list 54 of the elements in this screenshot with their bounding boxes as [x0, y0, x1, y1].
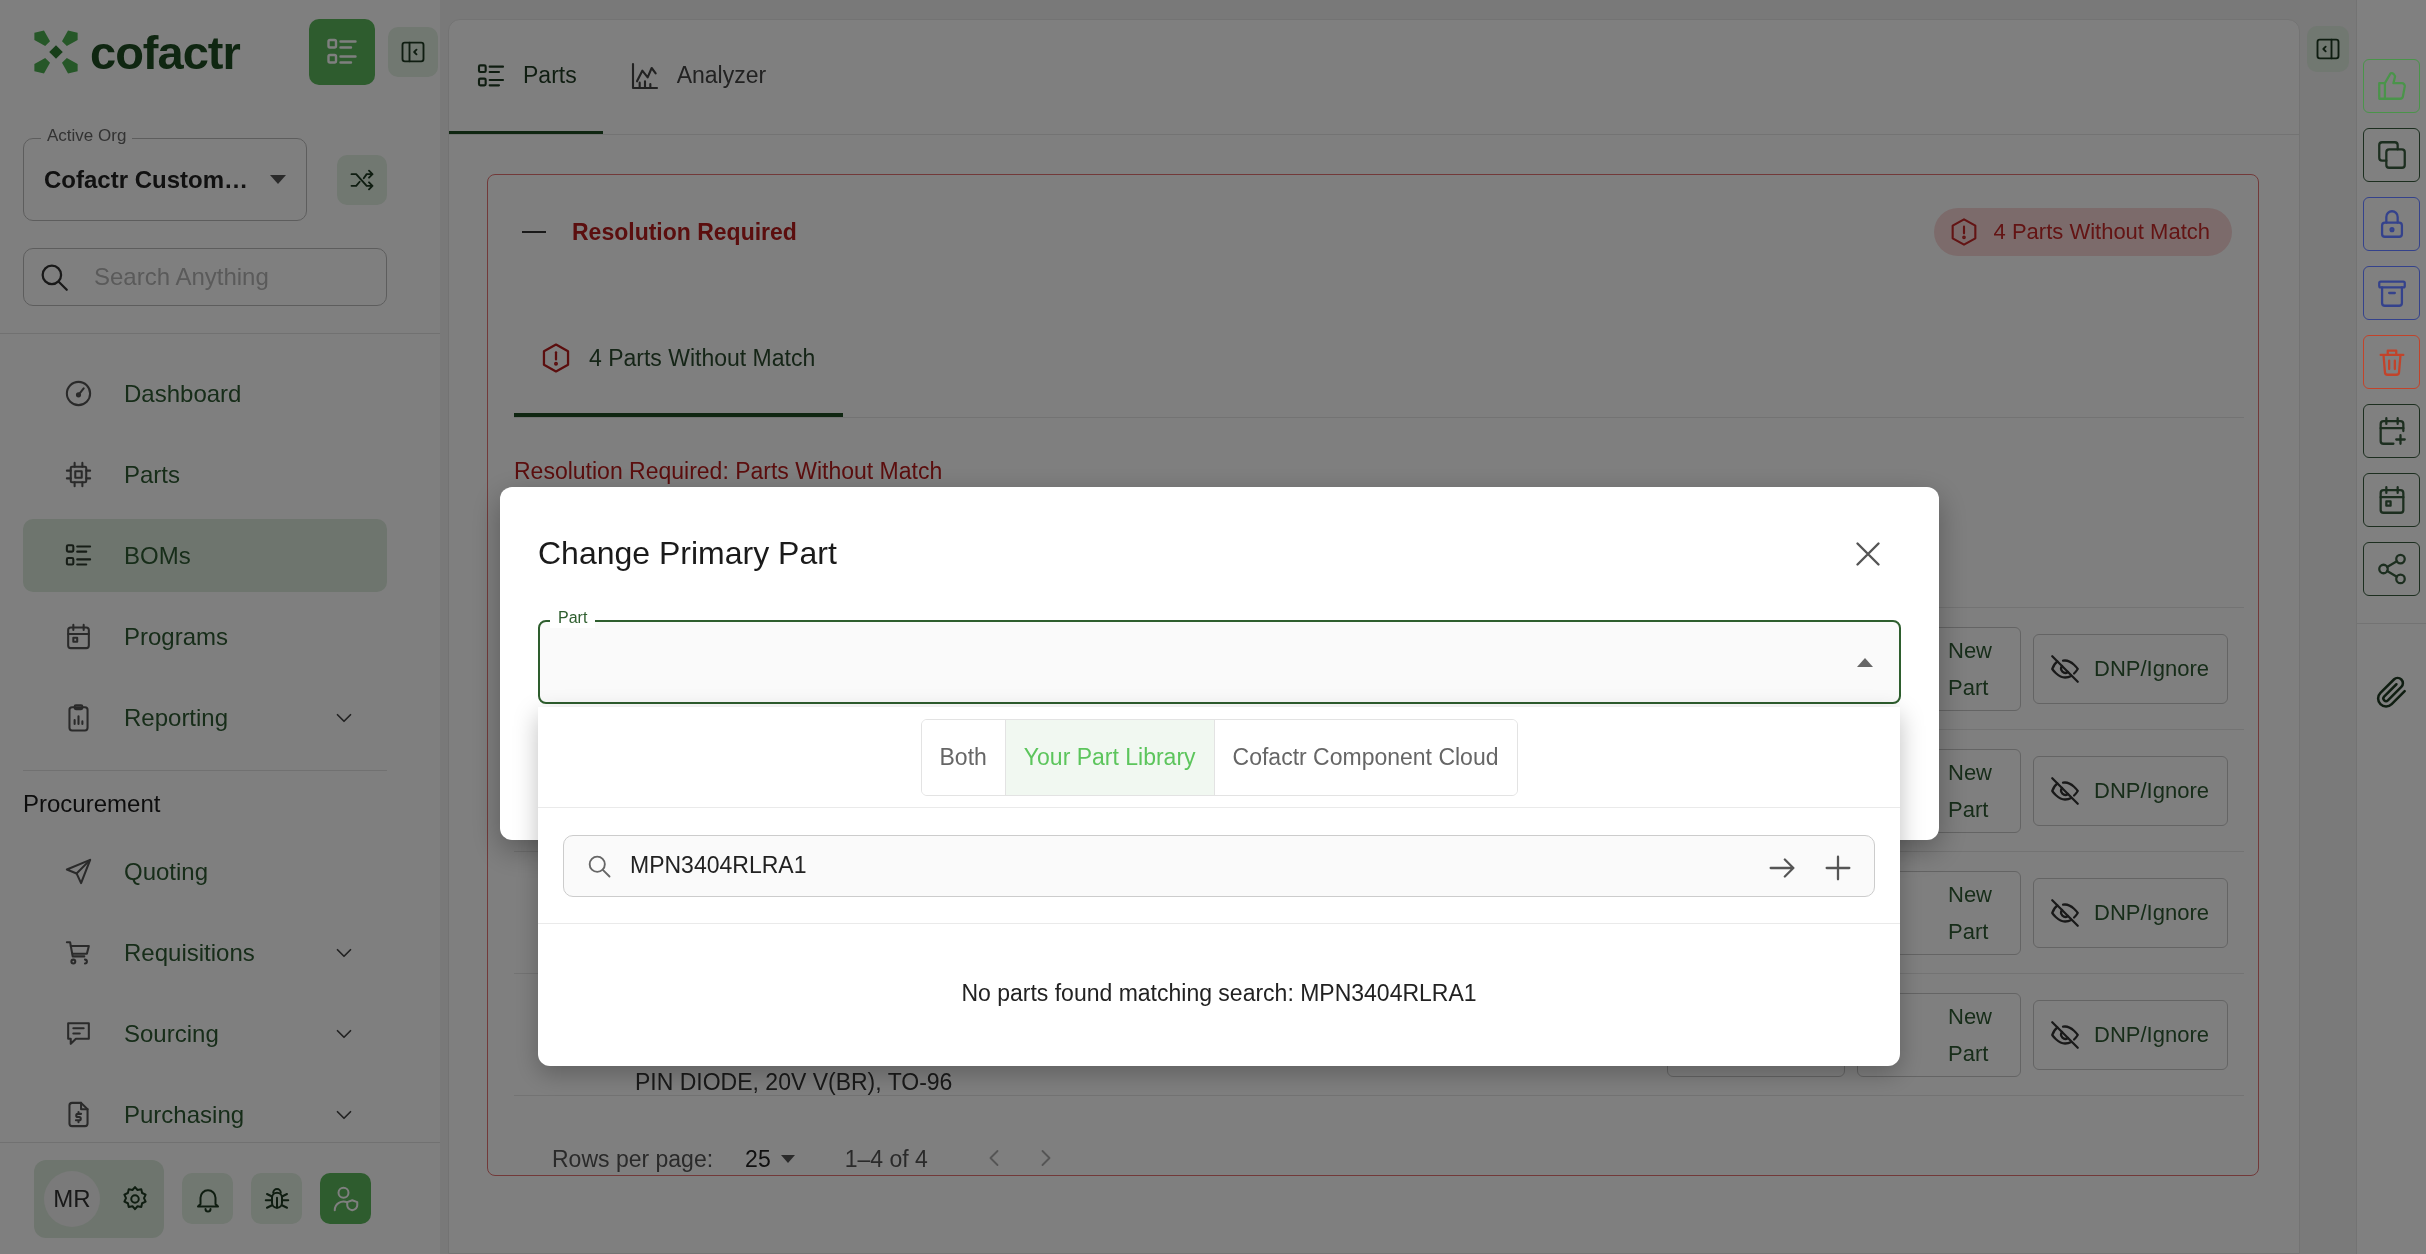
collapse-panel-button[interactable]	[2307, 26, 2349, 72]
chip-icon	[63, 459, 94, 490]
nav-item[interactable]: Reporting	[23, 681, 387, 754]
dropdown-caret-icon	[780, 1155, 795, 1163]
rows-per-page-label: Rows per page:	[552, 1145, 714, 1173]
menu-button[interactable]	[309, 19, 375, 85]
bug-report-button[interactable]	[251, 1173, 302, 1224]
section-title: Resolution Required	[572, 218, 797, 246]
toolbar-button[interactable]	[2363, 473, 2420, 527]
logo-mark-icon	[32, 28, 80, 76]
dnp-ignore-button[interactable]: DNP/Ignore	[2033, 999, 2228, 1070]
empty-message: No parts found matching search: MPN3404RLRA1	[960, 979, 1478, 1007]
nav-item[interactable]: Programs	[23, 600, 387, 673]
field-label: Part	[550, 608, 596, 628]
toggle-option[interactable]: Your Part Library	[1004, 720, 1214, 795]
dnp-ignore-button[interactable]: DNP/Ignore	[2033, 755, 2228, 826]
tab[interactable]: Parts	[449, 20, 603, 134]
nav-item[interactable]: Quoting	[23, 835, 387, 908]
select-value: Cofactr Custom…	[44, 165, 249, 194]
nav-item[interactable]: Parts	[23, 438, 387, 511]
gauge-icon	[63, 378, 94, 409]
tab[interactable]: 4 Parts Without Match	[514, 303, 844, 417]
part-description: PIN DIODE, 20V V(BR), TO-96	[635, 1070, 954, 1094]
user-admin-button[interactable]	[320, 1173, 371, 1224]
toolbar-button[interactable]	[2363, 404, 2420, 458]
dialog-title: Change Primary Part	[538, 535, 837, 572]
toolbar-button[interactable]	[2363, 542, 2420, 596]
tab[interactable]: Analyzer	[602, 20, 793, 134]
dnp-ignore-button[interactable]: DNP/Ignore	[2033, 633, 2228, 704]
table-heading: Resolution Required: Parts Without Match	[514, 457, 944, 486]
logo-text: cofactr	[90, 24, 240, 80]
dnp-ignore-button[interactable]: DNP/Ignore	[2033, 877, 2228, 948]
nav-item[interactable]: Dashboard	[23, 357, 387, 430]
dropdown-caret-icon	[270, 175, 286, 184]
nav-item[interactable]: Sourcing	[23, 997, 387, 1070]
toolbar-button[interactable]	[2363, 197, 2420, 251]
avatar[interactable]: MR	[44, 1170, 100, 1227]
page-range: 1–4 of 4	[844, 1145, 928, 1173]
toolbar-button[interactable]	[2363, 266, 2420, 320]
part-search-field[interactable]: MPN3404RLRA1	[563, 834, 1875, 897]
nav-item[interactable]: Purchasing	[23, 1078, 387, 1142]
section-heading: Procurement	[23, 789, 162, 819]
dropdown-caret-icon	[1857, 657, 1873, 667]
nav-item[interactable]: Requisitions	[23, 916, 387, 989]
paper-plane-icon	[63, 856, 94, 887]
toggle-option[interactable]: Cofactr Component Cloud	[1213, 720, 1517, 795]
toolbar-button[interactable]	[2363, 128, 2420, 182]
warning-badge: 4 Parts Without Match	[1933, 208, 2232, 256]
rows-per-page-select[interactable]: 25	[739, 1144, 801, 1174]
field-label: Active Org	[41, 126, 133, 146]
switch-org-button[interactable]	[337, 154, 387, 205]
collapse-sidebar-button[interactable]	[388, 27, 438, 77]
nav-item[interactable]: BOMs	[23, 519, 387, 592]
notifications-button[interactable]	[182, 1173, 233, 1224]
